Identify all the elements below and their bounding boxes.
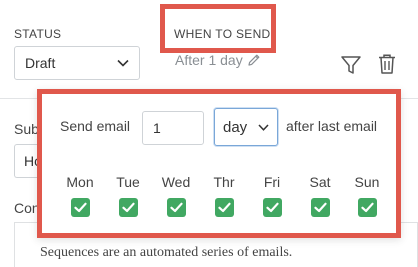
day-label: Thr bbox=[213, 174, 235, 190]
status-label: STATUS bbox=[14, 27, 62, 41]
delay-number-input[interactable]: 1 bbox=[142, 111, 204, 145]
filter-icon[interactable] bbox=[340, 54, 362, 76]
check-icon bbox=[360, 202, 374, 213]
day-sat: Sat bbox=[298, 174, 342, 217]
check-icon bbox=[121, 202, 135, 213]
editor-text: Sequences are an automated series of ema… bbox=[40, 245, 293, 260]
check-icon bbox=[169, 202, 183, 213]
day-checkbox[interactable] bbox=[70, 198, 90, 217]
pencil-icon[interactable] bbox=[247, 53, 261, 67]
day-fri: Fri bbox=[250, 174, 294, 217]
check-icon bbox=[73, 202, 87, 213]
trash-icon[interactable] bbox=[377, 53, 397, 75]
day-checkbox[interactable] bbox=[166, 198, 186, 217]
day-tue: Tue bbox=[106, 174, 150, 217]
day-checkbox[interactable] bbox=[310, 198, 330, 217]
day-label: Wed bbox=[161, 174, 191, 190]
day-label: Mon bbox=[66, 174, 94, 190]
day-checkbox[interactable] bbox=[357, 198, 377, 217]
send-email-label: Send email bbox=[60, 118, 131, 134]
day-checkbox[interactable] bbox=[118, 198, 138, 217]
delay-unit-select[interactable]: day bbox=[214, 108, 278, 146]
day-checkbox[interactable] bbox=[262, 198, 282, 217]
status-select[interactable]: Draft bbox=[14, 46, 140, 80]
day-mon: Mon bbox=[58, 174, 102, 217]
day-wed: Wed bbox=[154, 174, 198, 217]
delay-unit-value: day bbox=[223, 118, 248, 136]
chevron-down-icon bbox=[117, 59, 129, 67]
day-label: Sat bbox=[309, 174, 331, 190]
day-label: Tue bbox=[116, 174, 140, 190]
when-to-send-summary-text: After 1 day bbox=[175, 52, 243, 68]
day-thr: Thr bbox=[202, 174, 246, 217]
check-icon bbox=[265, 202, 279, 213]
status-select-value: Draft bbox=[25, 55, 56, 71]
day-label: Sun bbox=[354, 174, 380, 190]
send-schedule-popover: Send email 1 day after last email Mon Tu… bbox=[37, 89, 401, 238]
content-label: Con bbox=[14, 200, 40, 216]
check-icon bbox=[313, 202, 327, 213]
day-sun: Sun bbox=[345, 174, 389, 217]
check-icon bbox=[217, 202, 231, 213]
day-label: Fri bbox=[263, 174, 281, 190]
chevron-down-icon bbox=[258, 123, 269, 131]
subject-label: Sub bbox=[14, 121, 39, 137]
when-to-send-summary[interactable]: After 1 day bbox=[175, 52, 261, 68]
day-checkbox[interactable] bbox=[214, 198, 234, 217]
when-to-send-label: WHEN TO SEND bbox=[174, 27, 271, 41]
after-last-email-label: after last email bbox=[286, 118, 378, 134]
